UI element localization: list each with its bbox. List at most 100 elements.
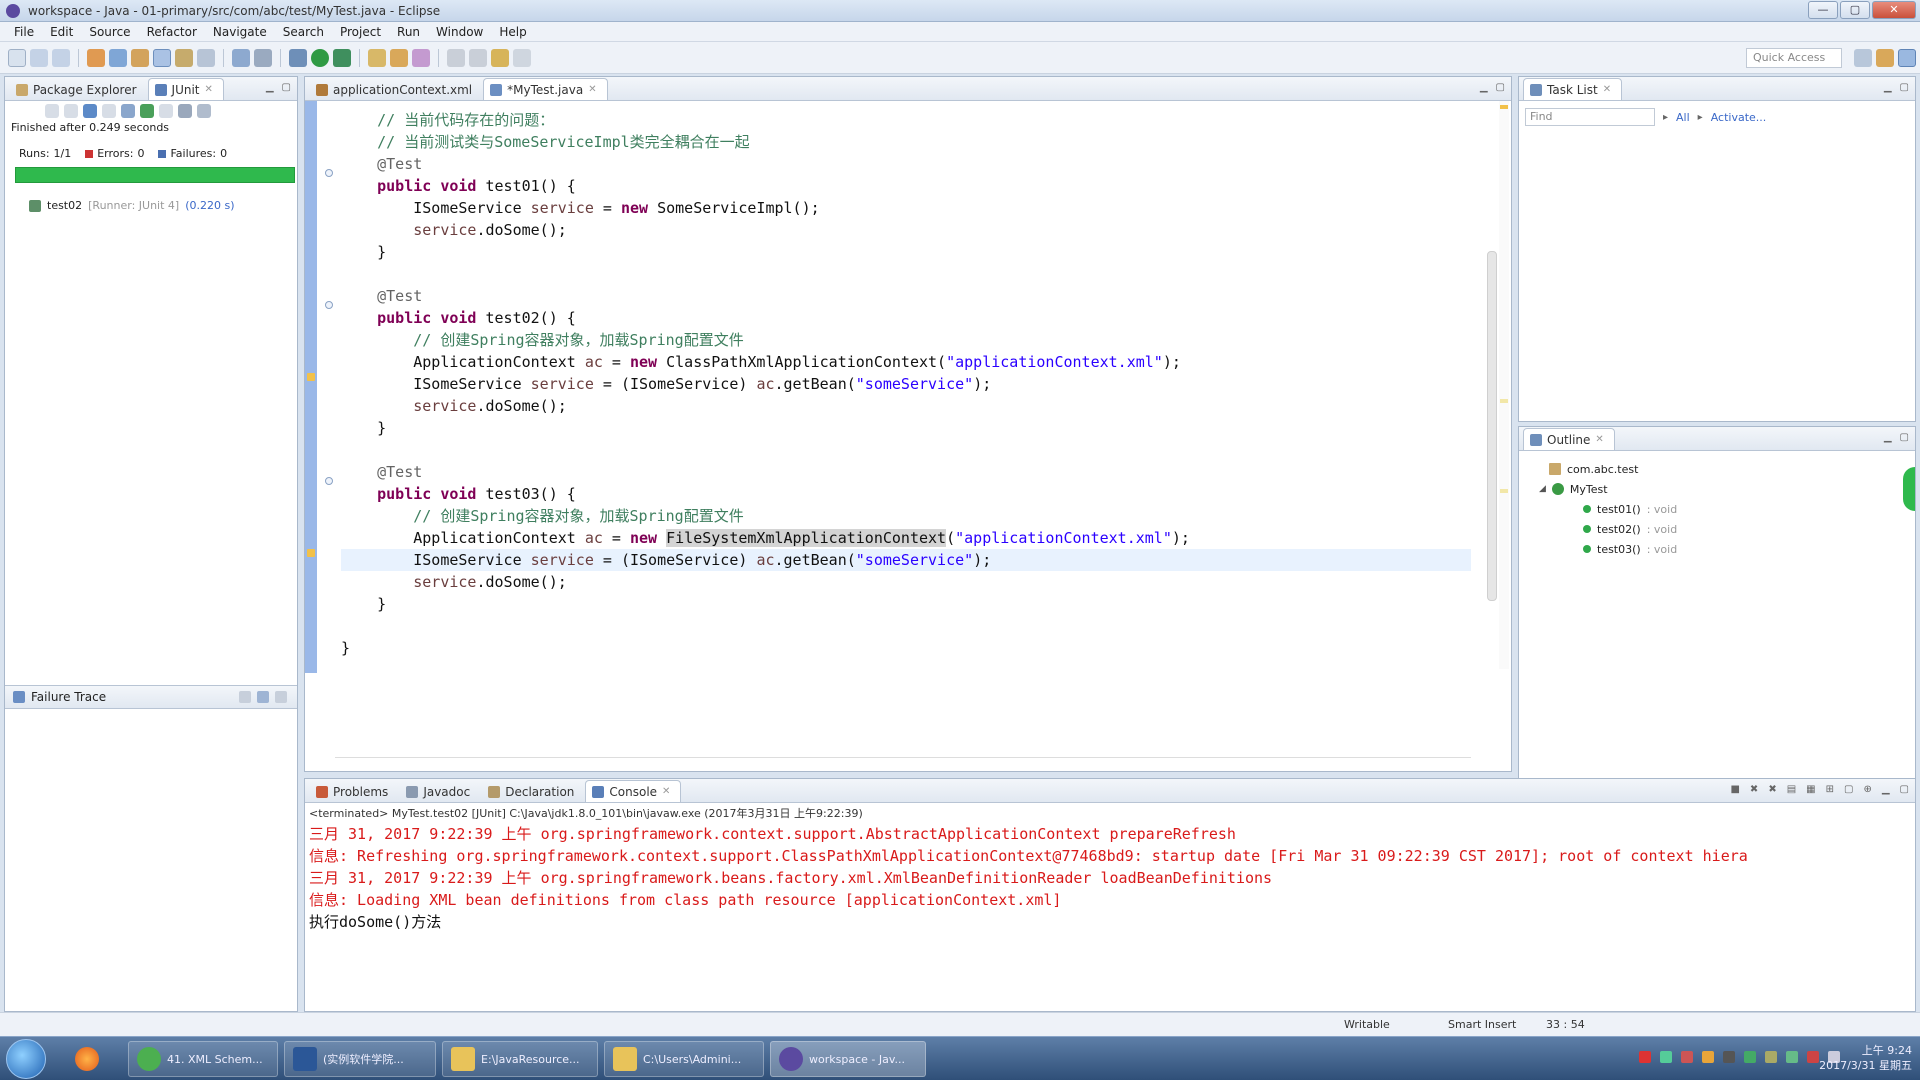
maximize-view-icon[interactable]: ▢ [1496, 82, 1505, 93]
fold-icon[interactable] [325, 169, 333, 177]
menu-source[interactable]: Source [81, 25, 138, 39]
tab-problems[interactable]: Problems [309, 780, 399, 802]
tab-outline[interactable]: Outline ✕ [1523, 428, 1615, 450]
editor-horizontal-scrollbar[interactable] [335, 757, 1471, 763]
search-icon[interactable]: ▸ [1663, 112, 1668, 123]
code-line[interactable]: // 当前代码存在的问题： [341, 109, 1471, 131]
task-activate-link[interactable]: Activate... [1711, 111, 1767, 124]
input-method-icon[interactable] [1639, 1051, 1651, 1063]
code-line[interactable]: } [341, 593, 1471, 615]
update-icon[interactable] [1744, 1051, 1756, 1063]
code-line[interactable]: // 创建Spring容器对象，加载Spring配置文件 [341, 329, 1471, 351]
next-annotation-icon[interactable] [447, 48, 465, 67]
coverage-icon[interactable] [333, 48, 351, 67]
taskbar-window-3[interactable]: E:\JavaResource... [442, 1041, 598, 1077]
code-line[interactable]: service.doSome(); [341, 571, 1471, 593]
view-menu-icon[interactable] [197, 104, 211, 118]
code-line[interactable]: ISomeService service = new SomeServiceIm… [341, 197, 1471, 219]
pin-console-icon[interactable]: ⊞ [1826, 784, 1834, 795]
code-line[interactable]: public void test01() { [341, 175, 1471, 197]
code-line[interactable]: // 创建Spring容器对象，加载Spring配置文件 [341, 505, 1471, 527]
skip-breakpoints-icon[interactable] [254, 48, 272, 67]
taskbar-window-1[interactable]: 41. XML Schem... [128, 1041, 278, 1077]
code-line[interactable]: @Test [341, 461, 1471, 483]
warning-marker-icon[interactable] [307, 373, 315, 381]
task-find-input[interactable]: Find [1525, 108, 1655, 126]
outline-method[interactable]: test03() : void [1539, 539, 1677, 559]
stop-icon[interactable] [159, 104, 173, 118]
open-perspective-icon[interactable] [1854, 49, 1872, 67]
new-icon[interactable] [8, 48, 26, 67]
code-line[interactable]: } [341, 417, 1471, 439]
new-java-project-icon[interactable] [368, 48, 386, 67]
menu-search[interactable]: Search [275, 25, 332, 39]
firefox-taskbar-button[interactable] [66, 1041, 110, 1077]
remove-launch-icon[interactable]: ✖ [1750, 784, 1758, 795]
refresh-icon[interactable] [109, 48, 127, 67]
show-failures-icon[interactable] [83, 104, 97, 118]
menu-edit[interactable]: Edit [42, 25, 81, 39]
new-console-icon[interactable]: ⊕ [1863, 784, 1871, 795]
code-line[interactable]: } [341, 637, 1471, 659]
tab-declaration[interactable]: Declaration [481, 780, 585, 802]
fold-icon[interactable] [325, 477, 333, 485]
menu-run[interactable]: Run [389, 25, 428, 39]
system-clock[interactable]: 上午 9:24 2017/3/31 星期五 [1819, 1043, 1912, 1073]
minimize-view-icon[interactable]: ▁ [1882, 784, 1890, 795]
terminate-icon[interactable]: ■ [1730, 784, 1739, 795]
taskbar-window-2[interactable]: (实例软件学院... [284, 1041, 436, 1077]
code-line[interactable]: service.doSome(); [341, 219, 1471, 241]
code-line[interactable] [341, 439, 1471, 461]
code-line[interactable]: ApplicationContext ac = new FileSystemXm… [341, 527, 1471, 549]
code-line[interactable]: @Test [341, 285, 1471, 307]
code-line[interactable]: public void test02() { [341, 307, 1471, 329]
network-icon[interactable] [1660, 1051, 1672, 1063]
maximize-view-icon[interactable]: ▢ [1900, 784, 1909, 795]
code-line[interactable] [341, 615, 1471, 637]
close-tab-icon[interactable]: ✕ [1595, 434, 1603, 445]
code-line[interactable]: // 当前测试类与SomeServiceImpl类完全耦合在一起 [341, 131, 1471, 153]
minimize-view-icon[interactable]: ▁ [1480, 82, 1488, 93]
tab-javadoc[interactable]: Javadoc [399, 780, 481, 802]
save-all-icon[interactable] [52, 48, 70, 67]
toggle-mark-icon[interactable] [153, 48, 171, 67]
save-icon[interactable] [30, 48, 48, 67]
close-tab-icon[interactable]: ✕ [662, 786, 670, 797]
outline-method[interactable]: test01() : void [1539, 499, 1677, 519]
word-wrap-icon[interactable]: ▦ [1806, 784, 1815, 795]
code-line[interactable]: ISomeService service = (ISomeService) ac… [341, 373, 1471, 395]
build-icon[interactable] [87, 48, 105, 67]
code-line[interactable]: } [341, 241, 1471, 263]
mail-icon[interactable] [1723, 1051, 1735, 1063]
editor-text-area[interactable]: // 当前代码存在的问题： // 当前测试类与SomeServiceImpl类完… [305, 101, 1511, 771]
task-filter-all[interactable]: All [1676, 111, 1690, 124]
menu-project[interactable]: Project [332, 25, 389, 39]
next-failure-icon[interactable] [45, 104, 59, 118]
code-content[interactable]: // 当前代码存在的问题： // 当前测试类与SomeServiceImpl类完… [341, 109, 1471, 659]
display-console-icon[interactable]: ▢ [1844, 784, 1853, 795]
scroll-lock-icon[interactable] [102, 104, 116, 118]
minimize-button[interactable]: — [1808, 1, 1838, 19]
tab-console[interactable]: Console ✕ [585, 780, 682, 802]
menu-navigate[interactable]: Navigate [205, 25, 275, 39]
java-perspective-icon[interactable] [1898, 49, 1916, 67]
minimize-view-icon[interactable]: ▁ [1884, 82, 1892, 93]
minimize-view-icon[interactable]: ▁ [266, 82, 274, 93]
compare-result-icon[interactable] [257, 691, 269, 703]
run-icon[interactable] [311, 48, 329, 67]
taskbar-window-4[interactable]: C:\Users\Admini... [604, 1041, 764, 1077]
expand-icon[interactable]: ◢ [1539, 484, 1546, 494]
back-icon[interactable] [491, 48, 509, 67]
battery-icon[interactable] [1786, 1051, 1798, 1063]
maximize-view-icon[interactable]: ▢ [282, 82, 291, 93]
fold-icon[interactable] [325, 301, 333, 309]
previous-annotation-icon[interactable] [469, 48, 487, 67]
open-type-icon[interactable] [131, 48, 149, 67]
close-tab-icon[interactable]: ✕ [588, 84, 596, 95]
code-line[interactable]: ApplicationContext ac = new ClassPathXml… [341, 351, 1471, 373]
forward-icon[interactable] [513, 48, 531, 67]
open-folder-icon[interactable] [390, 48, 408, 67]
close-button[interactable]: ✕ [1872, 1, 1916, 19]
debug-icon[interactable] [289, 48, 307, 67]
tab-task-list[interactable]: Task List ✕ [1523, 78, 1623, 100]
